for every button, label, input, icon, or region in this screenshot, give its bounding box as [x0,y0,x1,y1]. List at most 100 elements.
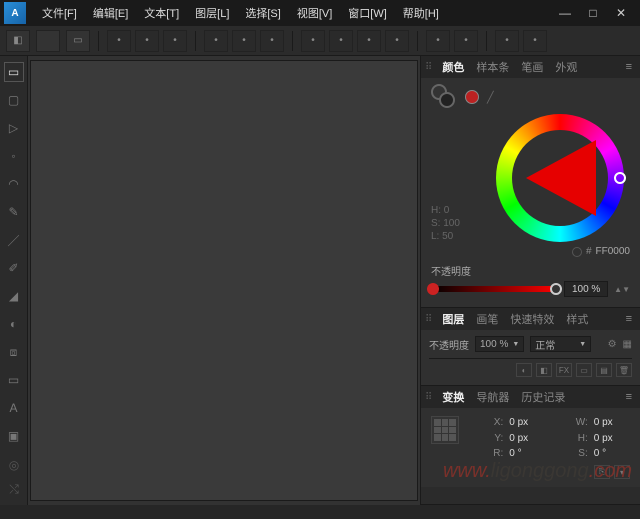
status-bar [0,505,640,519]
crop-tool-icon[interactable]: ⧈ [4,342,24,362]
fill-stroke-swatch[interactable] [431,84,457,110]
extra-1-icon[interactable]: • [495,30,519,52]
distribute-center-icon[interactable]: • [232,30,256,52]
snap-icon[interactable]: • [426,30,450,52]
flip-v-icon[interactable]: • [329,30,353,52]
group-icon[interactable]: ▭ [576,363,592,377]
move-tool-icon[interactable]: ▭ [4,62,24,82]
r-value[interactable]: 0 ° [509,448,545,459]
gear-icon[interactable]: ⚙ [608,339,617,350]
image-tool-icon[interactable]: ▣ [4,426,24,446]
panel-grip-icon[interactable]: ⠿ [425,392,432,403]
gamut-warning-icon[interactable] [572,247,582,257]
toolbar: ◧ ▭ • • • • • • • • • • • • • • [0,26,640,56]
tab-brushes[interactable]: 画笔 [470,308,504,330]
blend-mode-select[interactable]: 正常▼ [530,336,591,352]
adjustment-icon[interactable]: ◧ [536,363,552,377]
panel-grip-icon[interactable]: ⠿ [425,314,432,325]
shape-tool-icon[interactable]: ▭ [4,370,24,390]
hsl-readout: H: 0 S: 100 L: 50 [431,205,460,242]
persona-icon[interactable]: ◧ [6,30,30,52]
s-value[interactable]: 0 ° [594,448,630,459]
align-right-icon[interactable]: • [163,30,187,52]
tab-brush[interactable]: 笔画 [515,56,549,78]
align-left-icon[interactable]: • [107,30,131,52]
main-area: ▭ ▢ ▷ ◦ ◠ ✎ ／ ✐ ◢ ◐ ⧈ ▭ A ▣ ⠿ 颜色 样本条 笔画 … [0,56,640,505]
opacity-slider[interactable] [431,286,558,292]
color-chooser-icon[interactable]: ◎ [4,455,24,475]
point-transform-icon[interactable]: ◦ [4,146,24,166]
tab-swatch[interactable]: 样本条 [470,56,515,78]
text-tool-icon[interactable]: A [4,398,24,418]
menu-view[interactable]: 视图[V] [289,2,340,24]
brush-tool-icon[interactable]: ✐ [4,258,24,278]
hue-cursor[interactable] [614,172,626,184]
link-constraint-icon[interactable]: ⎘ [594,465,610,479]
maximize-button[interactable]: □ [584,6,602,20]
w-value[interactable]: 0 px [594,417,630,428]
add-layer-icon[interactable]: ▤ [596,363,612,377]
opacity-value[interactable]: 100 % [564,281,608,297]
hue-wheel[interactable] [496,114,624,242]
distribute-right-icon[interactable]: • [260,30,284,52]
x-value[interactable]: 0 px [509,417,545,428]
tab-layers[interactable]: 图层 [436,308,470,330]
chevron-down-icon[interactable]: ▾ [614,465,630,479]
picker-line-icon[interactable]: ╱ [487,91,494,104]
layer-opacity-field[interactable]: 100 %▼ [475,336,524,352]
tab-color[interactable]: 颜色 [436,56,470,78]
menu-window[interactable]: 窗口[W] [340,2,395,24]
layer-lock-icon[interactable]: ▦ [623,339,632,350]
distribute-left-icon[interactable]: • [204,30,228,52]
w-label: W: [552,417,588,428]
node-tool-icon[interactable]: ▷ [4,118,24,138]
artboard-tool-icon[interactable]: ▢ [4,90,24,110]
menu-help[interactable]: 帮助[H] [395,2,447,24]
transparency-tool-icon[interactable]: ◐ [4,314,24,334]
canvas[interactable] [30,60,418,501]
menu-edit[interactable]: 编辑[E] [85,2,136,24]
fx-icon[interactable]: FX [556,363,572,377]
mask-icon[interactable]: ◐ [516,363,532,377]
h-value[interactable]: 0 px [594,433,630,444]
extra-2-icon[interactable]: • [523,30,547,52]
hex-value[interactable]: FF0000 [596,246,630,257]
corner-tool-icon[interactable]: ◠ [4,174,24,194]
flip-h-icon[interactable]: • [301,30,325,52]
tab-navigator[interactable]: 导航器 [470,386,515,408]
tab-appearance[interactable]: 外观 [549,56,583,78]
menu-layer[interactable]: 图层[L] [187,2,237,24]
swap-color-icon[interactable]: ⤭ [4,479,24,499]
panel-menu-icon[interactable]: ≡ [622,391,636,403]
align-center-icon[interactable]: • [135,30,159,52]
menu-text[interactable]: 文本[T] [136,2,187,24]
minimize-button[interactable]: — [556,6,574,20]
fill-tool-icon[interactable]: ◢ [4,286,24,306]
opacity-stepper-icon[interactable]: ▲▼ [614,285,630,294]
rotate-ccw-icon[interactable]: • [385,30,409,52]
x-label: X: [467,417,503,428]
tab-history[interactable]: 历史记录 [515,386,571,408]
tab-transform[interactable]: 变换 [436,386,470,408]
anchor-selector[interactable] [431,416,459,444]
menubar: A 文件[F] 编辑[E] 文本[T] 图层[L] 选择[S] 视图[V] 窗口… [0,0,640,26]
close-button[interactable]: ✕ [612,6,630,20]
pencil-tool-icon[interactable]: ／ [4,230,24,250]
menu-select[interactable]: 选择[S] [237,2,288,24]
panel-menu-icon[interactable]: ≡ [622,61,636,73]
tab-styles[interactable]: 样式 [560,308,594,330]
lock-icon[interactable]: • [454,30,478,52]
tab-effects[interactable]: 快速特效 [504,308,560,330]
app-icon: A [4,2,26,24]
rotate-cw-icon[interactable]: • [357,30,381,52]
menu-file[interactable]: 文件[F] [34,2,85,24]
panel-grip-icon[interactable]: ⠿ [425,62,432,73]
opacity-thumb[interactable] [550,283,562,295]
pen-tool-icon[interactable]: ✎ [4,202,24,222]
y-value[interactable]: 0 px [509,433,545,444]
grid-toggle-icon[interactable] [36,30,60,52]
panel-menu-icon[interactable]: ≡ [622,313,636,325]
artboard-icon[interactable]: ▭ [66,30,90,52]
eyedropper-icon[interactable] [465,90,479,104]
delete-layer-icon[interactable]: 🗑 [616,363,632,377]
